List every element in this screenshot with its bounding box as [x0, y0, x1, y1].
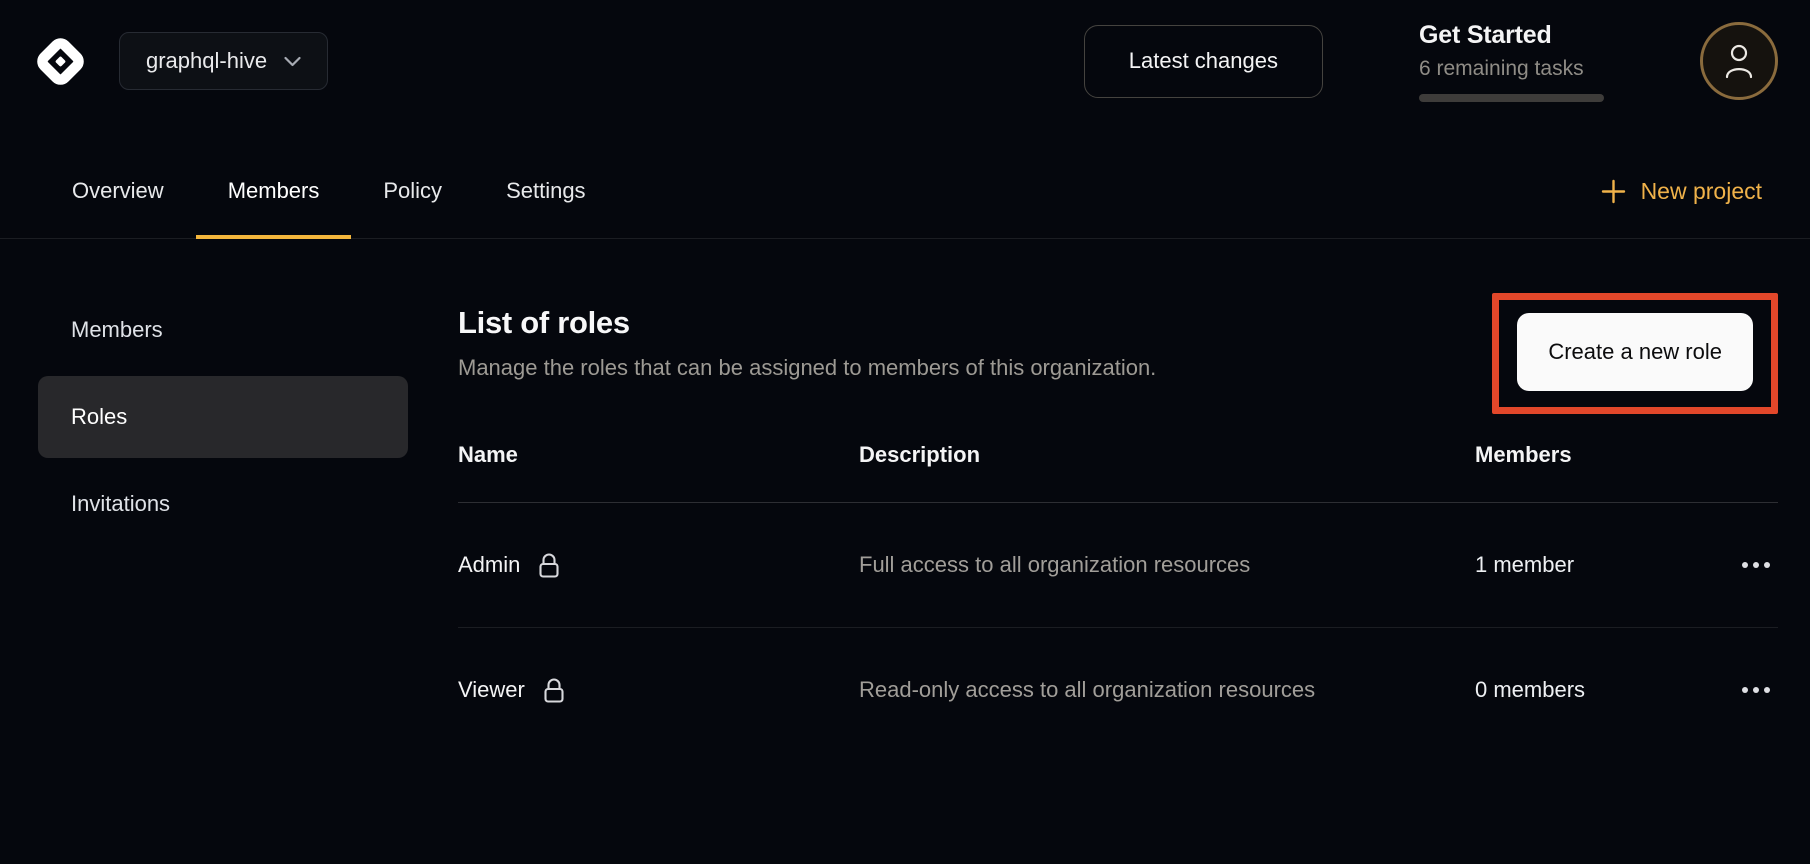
role-description-cell: Full access to all organization resource…	[859, 503, 1475, 628]
new-project-label: New project	[1641, 178, 1762, 205]
annotation-highlight: Create a new role	[1492, 293, 1778, 414]
role-members-cell: 0 members	[1475, 628, 1704, 752]
ellipsis-icon	[1741, 561, 1771, 569]
org-tab-bar: Overview Members Policy Settings New pro…	[0, 122, 1810, 239]
sidebar-item-roles[interactable]: Roles	[38, 376, 408, 458]
lock-icon	[537, 552, 561, 579]
tab-overview[interactable]: Overview	[40, 144, 196, 238]
get-started-subtitle: 6 remaining tasks	[1419, 57, 1604, 81]
tab-members[interactable]: Members	[196, 144, 352, 238]
get-started-title: Get Started	[1419, 21, 1604, 50]
role-menu-button[interactable]	[1734, 670, 1778, 710]
column-header-members: Members	[1475, 428, 1704, 503]
lock-icon	[542, 677, 566, 704]
plus-icon	[1601, 179, 1626, 204]
tab-settings[interactable]: Settings	[474, 144, 618, 238]
role-menu-button[interactable]	[1734, 545, 1778, 585]
ellipsis-icon	[1741, 686, 1771, 694]
sidebar-item-members[interactable]: Members	[38, 289, 408, 371]
role-members-cell: 1 member	[1475, 503, 1704, 628]
role-name: Viewer	[458, 677, 525, 703]
role-name-cell: Admin	[458, 503, 859, 628]
column-header-name: Name	[458, 428, 859, 503]
role-actions-cell	[1704, 628, 1778, 752]
tab-policy[interactable]: Policy	[351, 144, 474, 238]
org-selector-dropdown[interactable]: graphql-hive	[119, 32, 328, 90]
column-header-description: Description	[859, 428, 1475, 503]
column-header-actions	[1704, 428, 1778, 503]
page-title: List of roles	[458, 305, 1156, 341]
chevron-down-icon	[284, 56, 301, 67]
main-area: Members Roles Invitations List of roles …	[0, 239, 1810, 752]
user-icon	[1724, 43, 1754, 79]
roles-table: Name Description Members Admin Full acce…	[458, 428, 1778, 752]
new-project-button[interactable]: New project	[1601, 144, 1762, 238]
roles-content: List of roles Manage the roles that can …	[458, 289, 1778, 752]
top-bar: graphql-hive Latest changes Get Started …	[0, 0, 1810, 122]
role-name-cell: Viewer	[458, 628, 859, 752]
latest-changes-button[interactable]: Latest changes	[1084, 25, 1323, 98]
page-subtitle: Manage the roles that can be assigned to…	[458, 355, 1156, 381]
get-started-progress-bar	[1419, 94, 1604, 102]
sidebar-item-invitations[interactable]: Invitations	[38, 463, 408, 545]
create-new-role-button[interactable]: Create a new role	[1517, 313, 1753, 391]
org-name: graphql-hive	[146, 48, 267, 74]
hive-logo-icon[interactable]	[32, 33, 89, 90]
get-started-widget[interactable]: Get Started 6 remaining tasks	[1419, 21, 1604, 102]
role-name: Admin	[458, 552, 520, 578]
members-sidebar: Members Roles Invitations	[38, 289, 408, 550]
role-description-cell: Read-only access to all organization res…	[859, 628, 1475, 752]
user-avatar[interactable]	[1700, 22, 1778, 100]
role-actions-cell	[1704, 503, 1778, 628]
